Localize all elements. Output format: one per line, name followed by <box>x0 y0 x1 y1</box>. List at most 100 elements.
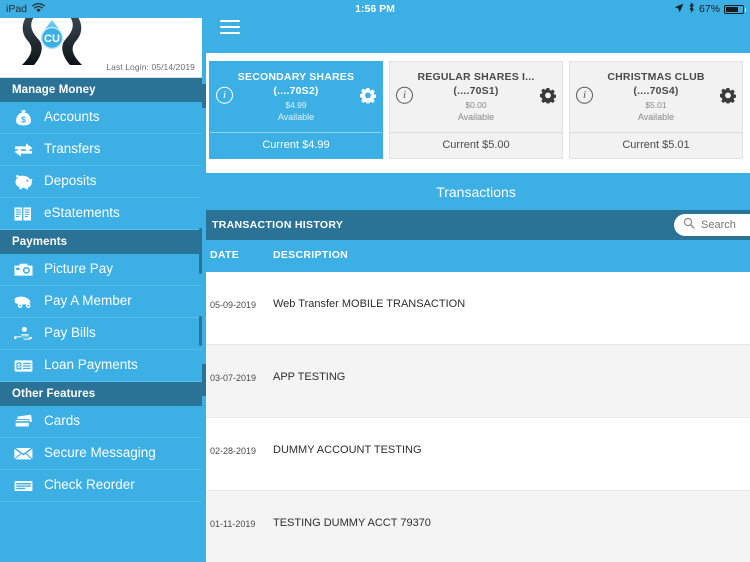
info-icon[interactable]: i <box>216 86 233 104</box>
sidebar-item-secure-messaging[interactable]: Secure Messaging <box>0 438 202 470</box>
credit-union-logo: CU <box>14 10 90 70</box>
transaction-list[interactable]: 05-09-2019 Web Transfer MOBILE TRANSACTI… <box>202 272 750 562</box>
transaction-date: 03-07-2019 <box>210 373 257 383</box>
sidebar-item-loan-payments[interactable]: $ Loan Payments <box>0 350 202 382</box>
info-icon[interactable]: i <box>576 86 593 104</box>
sidebar-item-transfers[interactable]: Transfers <box>0 134 202 166</box>
sidebar-item-check-reorder[interactable]: Check Reorder <box>0 470 202 502</box>
search-icon <box>683 216 695 234</box>
account-current-balance: Current $5.01 <box>570 132 742 158</box>
sidebar-item-label: Accounts <box>44 109 100 125</box>
account-cards-strip: i SECONDARY SHARES (....70S2) $4.99 Avai… <box>202 53 750 167</box>
documents-icon <box>12 204 34 224</box>
account-card-secondary-shares[interactable]: i SECONDARY SHARES (....70S2) $4.99 Avai… <box>209 61 383 159</box>
sidebar-item-estatements[interactable]: eStatements <box>0 198 202 230</box>
hamburger-menu-icon[interactable] <box>220 20 240 34</box>
search-box[interactable] <box>674 214 750 236</box>
sidebar-item-cards[interactable]: Cards <box>0 406 202 438</box>
column-header-date: DATE <box>210 249 240 261</box>
transfer-arrows-icon <box>12 140 34 160</box>
transaction-history-label: TRANSACTION HISTORY <box>212 219 344 231</box>
account-available-amount: $5.01 <box>645 100 667 110</box>
check-icon <box>12 476 34 496</box>
gear-icon[interactable] <box>539 87 557 105</box>
transaction-description: Web Transfer MOBILE TRANSACTION <box>273 298 466 310</box>
transaction-description: APP TESTING <box>273 371 346 383</box>
loan-card-icon: $ <box>12 356 34 376</box>
account-card-regular-shares[interactable]: i REGULAR SHARES I... (....70S1) $0.00 A… <box>389 61 563 159</box>
main-content: i SECONDARY SHARES (....70S2) $4.99 Avai… <box>0 0 750 562</box>
account-name: SECONDARY SHARES <box>237 71 355 83</box>
account-current-balance: Current $5.00 <box>390 132 562 158</box>
sidebar-item-label: Deposits <box>44 173 97 189</box>
gear-icon[interactable] <box>719 87 737 105</box>
search-input[interactable] <box>701 219 750 231</box>
table-row[interactable]: 01-11-2019 TESTING DUMMY ACCT 79370 <box>202 491 750 562</box>
transaction-date: 02-28-2019 <box>210 446 257 456</box>
wifi-icon <box>32 2 45 16</box>
sidebar-item-accounts[interactable]: $ Accounts <box>0 102 202 134</box>
sidebar: iPad CU Last Login: 05/14/2019 Manage Mo… <box>0 0 202 562</box>
sidebar-header: iPad CU Last Login: 05/14/2019 <box>0 0 202 78</box>
account-available-label: Available <box>457 112 495 122</box>
gear-icon[interactable] <box>359 87 377 105</box>
account-card-body: i REGULAR SHARES I... (....70S1) $0.00 A… <box>390 62 562 132</box>
svg-text:CU: CU <box>44 33 60 45</box>
sidebar-item-label: Picture Pay <box>44 261 114 277</box>
sidebar-item-label: Pay Bills <box>44 325 96 341</box>
transactions-title: Transactions <box>202 173 750 210</box>
last-login-text: Last Login: 05/14/2019 <box>106 62 195 72</box>
device-label: iPad <box>6 3 28 15</box>
account-available-label: Available <box>637 112 675 122</box>
pay-member-icon <box>12 292 34 312</box>
main-scroll-track <box>202 53 206 562</box>
main-scroll-thumb-lower[interactable] <box>202 364 206 396</box>
sidebar-item-pay-a-member[interactable]: Pay A Member <box>0 286 202 318</box>
sidebar-item-label: Transfers <box>44 141 101 157</box>
column-header-description: DESCRIPTION <box>273 249 349 261</box>
money-bag-icon: $ <box>12 108 34 128</box>
transaction-history-bar: TRANSACTION HISTORY <box>202 210 750 240</box>
sidebar-section-manage-money: Manage Money <box>0 78 202 102</box>
table-row[interactable]: 03-07-2019 APP TESTING <box>202 345 750 418</box>
sidebar-item-label: eStatements <box>44 205 120 221</box>
sidebar-item-label: Pay A Member <box>44 293 132 309</box>
transaction-column-headers: DATE DESCRIPTION <box>202 240 750 272</box>
sidebar-section-payments: Payments <box>0 230 202 254</box>
envelope-icon <box>12 444 34 464</box>
status-bar-left: iPad <box>6 0 45 18</box>
sidebar-item-picture-pay[interactable]: Picture Pay <box>0 254 202 286</box>
account-name: REGULAR SHARES I... <box>417 71 535 83</box>
transaction-description: TESTING DUMMY ACCT 79370 <box>273 517 431 529</box>
account-available-amount: $0.00 <box>465 100 487 110</box>
account-number: (....70S1) <box>453 85 499 97</box>
transaction-date: 01-11-2019 <box>210 519 256 529</box>
sidebar-item-label: Cards <box>44 413 81 429</box>
sidebar-item-label: Secure Messaging <box>44 445 156 461</box>
sidebar-item-label: Loan Payments <box>44 357 138 373</box>
account-available-amount: $4.99 <box>285 100 307 110</box>
top-navigation-bar <box>202 0 750 53</box>
account-card-body: i CHRISTMAS CLUB (....70S4) $5.01 Availa… <box>570 62 742 132</box>
sidebar-item-pay-bills[interactable]: Pay Bills <box>0 318 202 350</box>
svg-text:$: $ <box>21 114 26 124</box>
table-row[interactable]: 05-09-2019 Web Transfer MOBILE TRANSACTI… <box>202 272 750 345</box>
account-current-balance: Current $4.99 <box>210 132 382 158</box>
sidebar-item-deposits[interactable]: Deposits <box>0 166 202 198</box>
camera-icon <box>12 260 34 280</box>
transaction-description: DUMMY ACCOUNT TESTING <box>273 444 422 456</box>
sidebar-section-other-features: Other Features <box>0 382 202 406</box>
account-name: CHRISTMAS CLUB <box>607 71 705 83</box>
transaction-date: 05-09-2019 <box>210 300 257 310</box>
account-number: (....70S4) <box>633 85 679 97</box>
hand-coin-icon <box>12 324 34 344</box>
table-row[interactable]: 02-28-2019 DUMMY ACCOUNT TESTING <box>202 418 750 491</box>
account-card-christmas-club[interactable]: i CHRISTMAS CLUB (....70S4) $5.01 Availa… <box>569 61 743 159</box>
account-available-label: Available <box>277 112 315 122</box>
cards-icon <box>12 412 34 432</box>
piggy-bank-icon <box>12 172 34 192</box>
app-root: iPad CU Last Login: 05/14/2019 Manage Mo… <box>0 0 750 562</box>
info-icon[interactable]: i <box>396 86 413 104</box>
main-scroll-thumb-upper[interactable] <box>202 84 206 108</box>
sidebar-item-label: Check Reorder <box>44 477 135 493</box>
